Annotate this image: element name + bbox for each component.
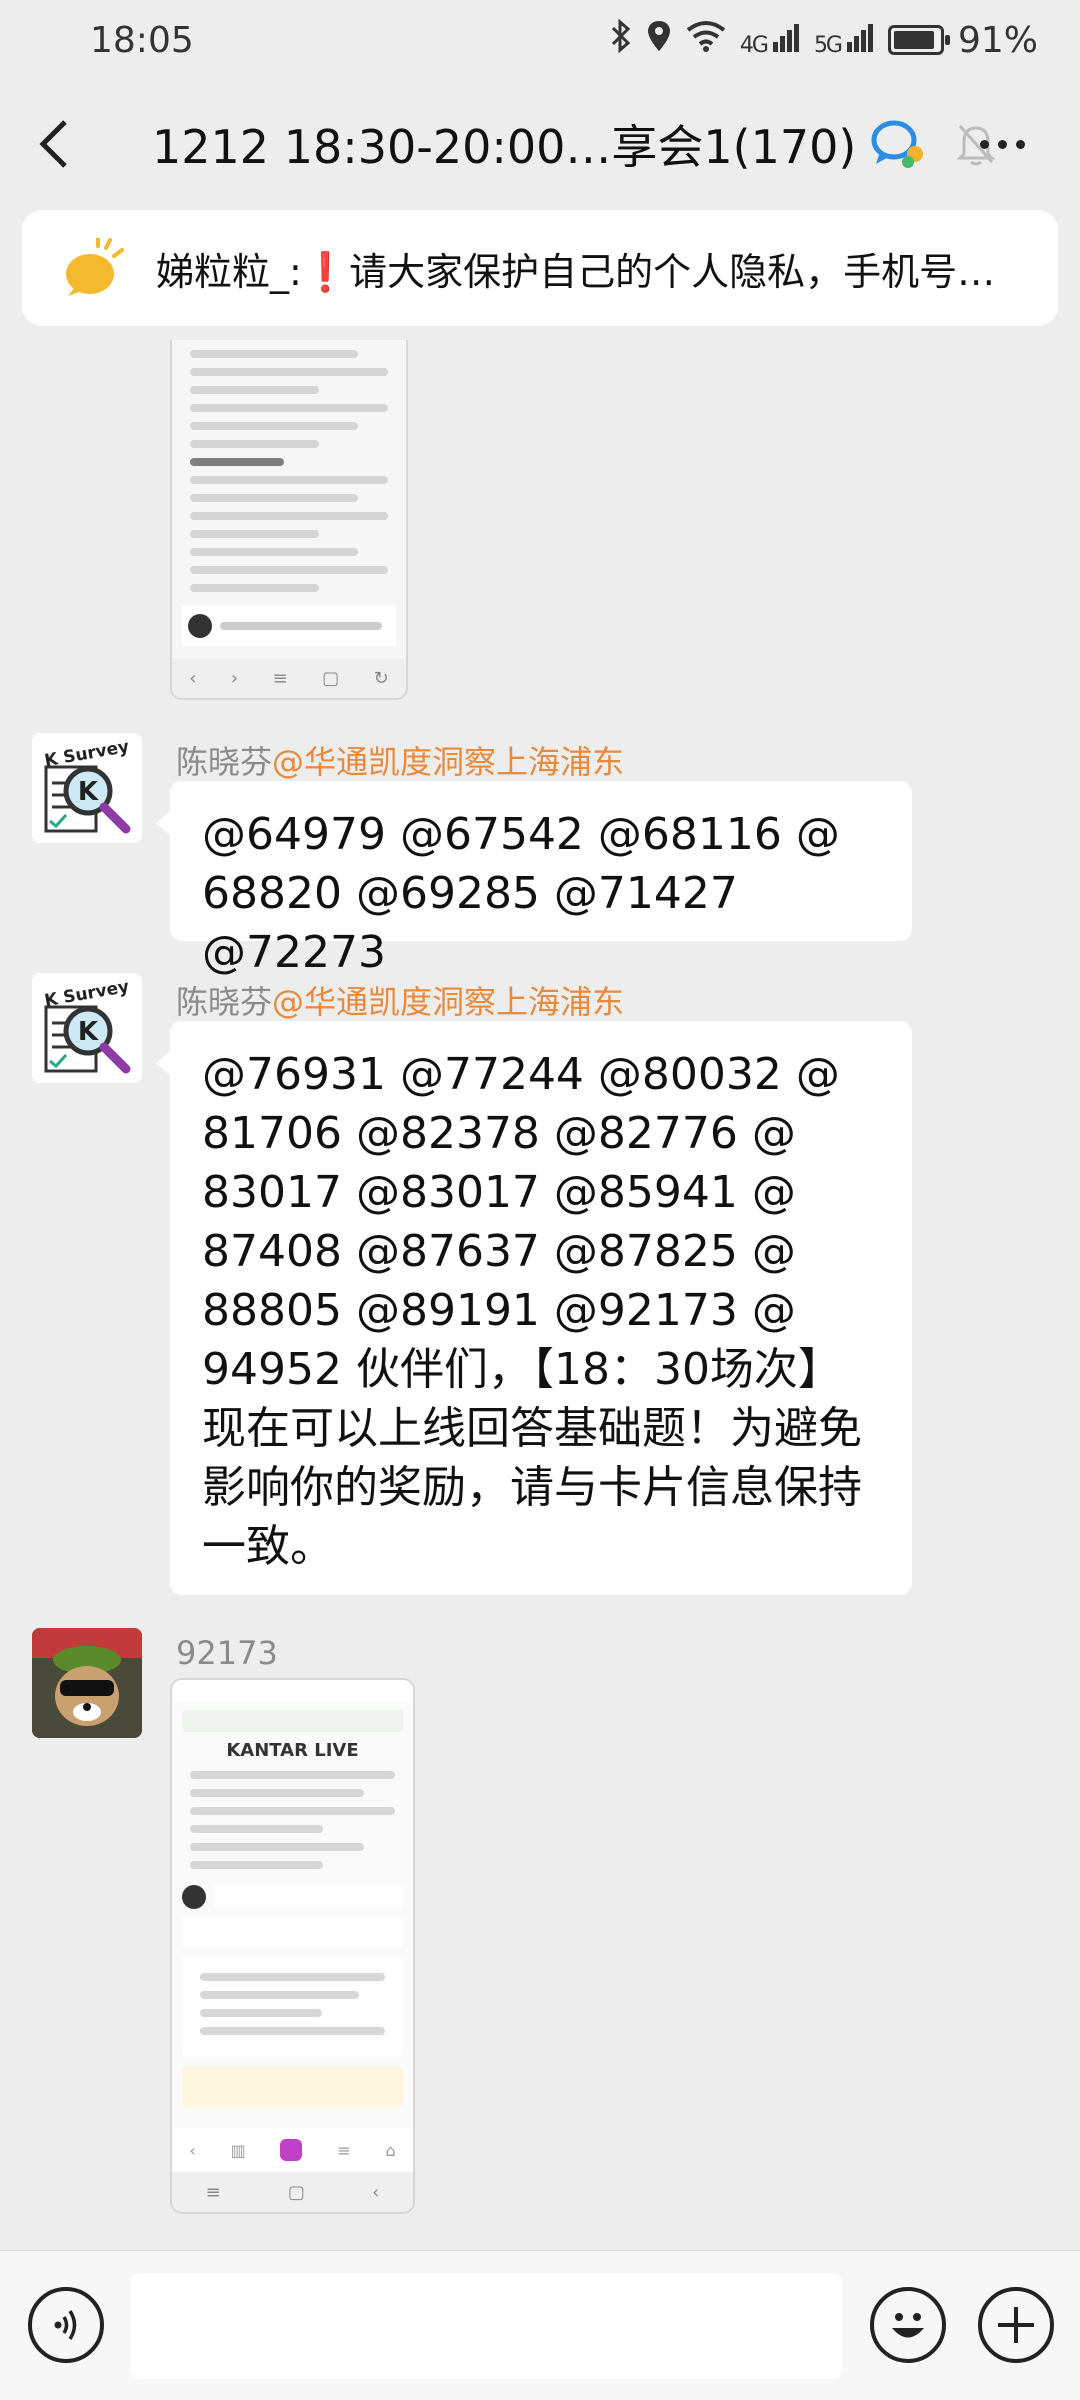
avatar[interactable] (32, 1628, 142, 1738)
net-4g-label: 4G (739, 33, 769, 58)
avatar[interactable]: K Survey K (32, 973, 142, 1083)
location-icon (646, 19, 672, 61)
status-bar: 18:05 4G 5G 91% (0, 0, 1080, 80)
bluetooth-icon (610, 18, 632, 61)
group-chat-icon (871, 120, 924, 168)
message-bubble[interactable]: @76931 @77244 @80032 @ 81706 @82378 @827… (156, 1021, 912, 1595)
sender-name: 陈晓芬 (176, 983, 273, 1021)
voice-button[interactable] (28, 2287, 104, 2363)
chat-header: 1212 18:30-20:00…享会1(170) (0, 80, 1080, 208)
message-sender: 陈晓芬@华通凯度洞察上海浦东 (176, 737, 624, 783)
back-button[interactable] (0, 80, 110, 208)
svg-text:K: K (78, 1017, 99, 1047)
image-caption: KANTAR LIVE (226, 1740, 359, 1761)
pinned-announcement[interactable]: 娣粒粒_:❗请大家保护自己的个人隐私，手机号… (22, 210, 1058, 326)
message-bubble[interactable]: @64979 @67542 @68116 @ 68820 @69285 @714… (156, 781, 912, 978)
signal-4g-icon: 4G (740, 22, 800, 58)
sender-name: 陈晓芬 (176, 743, 273, 781)
emoji-icon (892, 2313, 924, 2338)
voice-icon (54, 2310, 77, 2340)
message-sender: 陈晓芬@华通凯度洞察上海浦东 (176, 977, 624, 1023)
wifi-icon (686, 20, 726, 60)
signal-5g-icon: 5G (814, 22, 874, 58)
thumb-nav-bar: ≡ ▢ ‹ (172, 2172, 413, 2212)
svg-text:K: K (78, 777, 99, 807)
battery-icon (887, 25, 950, 55)
sender-mention[interactable]: @华通凯度洞察上海浦东 (272, 983, 624, 1021)
message-sender: 92173 (176, 1634, 278, 1672)
pinned-text: 娣粒粒_:❗请大家保护自己的个人隐私，手机号… (156, 241, 995, 296)
image-message-top[interactable]: ‹ › ≡ ▢ ↻ (170, 340, 408, 700)
input-bar (0, 2250, 1080, 2400)
emoji-button[interactable] (870, 2287, 946, 2363)
image-message[interactable]: KANTAR LIVE ‹ ▥ ≡ ⌂ ≡ ▢ ‹ (170, 1678, 415, 2214)
exclamation-icon: ❗ (301, 249, 350, 294)
sender-mention[interactable]: @华通凯度洞察上海浦东 (272, 743, 624, 781)
more-button[interactable] (980, 124, 1036, 164)
battery-percent: 91% (957, 19, 1038, 61)
status-time: 18:05 (90, 19, 194, 61)
status-icons: 4G 5G 91% (610, 18, 1038, 61)
net-5g-label: 5G (813, 33, 843, 58)
title-icons (870, 118, 996, 170)
thumb-nav-bar: ‹ › ≡ ▢ ↻ (172, 658, 406, 698)
add-button[interactable] (978, 2287, 1054, 2363)
more-icon (980, 139, 989, 149)
back-icon (39, 120, 67, 168)
announcement-icon (66, 238, 124, 296)
sender-name: 92173 (176, 1634, 278, 1672)
pinned-message: 请大家保护自己的个人隐私，手机号… (349, 249, 996, 294)
avatar[interactable]: K Survey K (32, 733, 142, 843)
pinned-sender: 娣粒粒_: (156, 249, 302, 294)
chat-title[interactable]: 1212 18:30-20:00…享会1(170) (152, 111, 856, 177)
plus-icon (998, 2307, 1034, 2343)
message-input[interactable] (130, 2273, 842, 2379)
